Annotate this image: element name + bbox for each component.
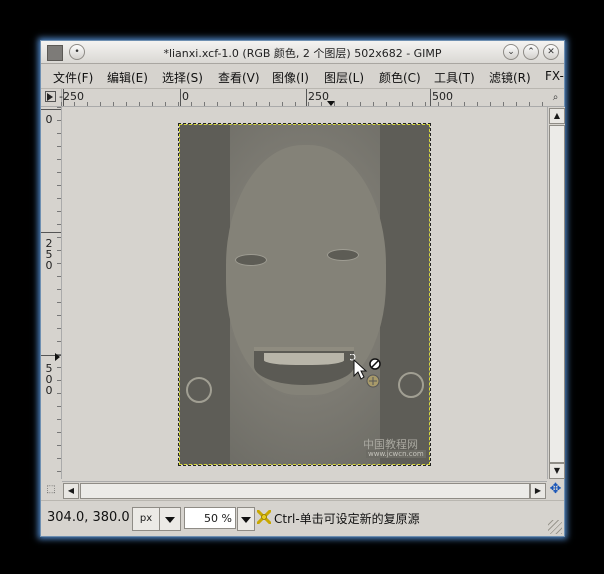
unit-dropdown-icon[interactable] — [159, 507, 181, 531]
pointer-position-marker — [327, 101, 335, 106]
menu-edit[interactable]: 编辑(E) — [107, 69, 148, 86]
horizontal-scrollbar[interactable]: ◀ ▶ — [62, 481, 547, 499]
title-bar[interactable]: • *lianxi.xcf-1.0 (RGB 颜色, 2 个图层) 502x68… — [41, 41, 564, 64]
watermark-url: www.jcwcn.com — [366, 450, 426, 458]
gimp-image-window: • *lianxi.xcf-1.0 (RGB 颜色, 2 个图层) 502x68… — [40, 40, 565, 537]
ruler-label: 0 — [182, 90, 189, 103]
navigate-icon[interactable]: ✥ — [547, 481, 564, 498]
scroll-left-icon[interactable]: ◀ — [63, 483, 79, 499]
menu-view[interactable]: 查看(V) — [218, 69, 260, 86]
menu-tools[interactable]: 工具(T) — [434, 69, 475, 86]
zoom-dropdown-icon[interactable] — [237, 507, 255, 531]
menu-select[interactable]: 选择(S) — [162, 69, 203, 86]
clone-cursor-icon — [350, 354, 381, 388]
status-bar: 304.0, 380.0 px 50 % Ctrl-单击可设定新的复原源 — [41, 500, 564, 536]
quick-mask-icon[interactable]: ⬚ — [41, 481, 61, 498]
portrait-earring — [186, 377, 212, 403]
vertical-scroll-thumb[interactable] — [549, 125, 565, 463]
menu-fx[interactable]: FX- — [545, 69, 564, 83]
ruler-label: -250 — [59, 90, 84, 103]
close-button[interactable]: ✕ — [543, 44, 559, 60]
horizontal-scroll-thumb[interactable] — [80, 483, 530, 499]
zoom-input[interactable]: 50 % — [184, 507, 236, 529]
scroll-right-icon[interactable]: ▶ — [530, 483, 546, 499]
portrait-earring — [398, 372, 424, 398]
menu-bar: 文件(F) 编辑(E) 选择(S) 查看(V) 图像(I) 图层(L) 颜色(C… — [41, 64, 564, 89]
unit-selector[interactable]: px — [132, 507, 160, 531]
ruler-label: 250 — [308, 90, 329, 103]
ruler-label: 500 — [432, 90, 453, 103]
portrait-eye — [235, 254, 267, 266]
pointer-position-marker — [55, 353, 60, 361]
canvas-area[interactable]: 中国教程网 www.jcwcn.com — [62, 107, 547, 479]
pointer-coordinates: 304.0, 380.0 — [47, 510, 130, 525]
vertical-scrollbar[interactable]: ▲ ▼ — [547, 107, 565, 479]
menu-filters[interactable]: 滤镜(R) — [489, 69, 531, 86]
ruler-label: 500 — [45, 362, 53, 397]
scroll-up-icon[interactable]: ▲ — [549, 108, 565, 124]
menu-image[interactable]: 图像(I) — [272, 69, 309, 86]
menu-layer[interactable]: 图层(L) — [324, 69, 364, 86]
minimize-button[interactable]: ⌄ — [503, 44, 519, 60]
zoom-to-fit-icon[interactable]: ⌕ — [547, 89, 564, 107]
maximize-button[interactable]: ⌃ — [523, 44, 539, 60]
resize-grip[interactable] — [548, 520, 562, 534]
ruler-label: 250 — [45, 237, 53, 272]
horizontal-ruler[interactable]: -250 0 250 500 — [59, 89, 547, 107]
menu-file[interactable]: 文件(F) — [53, 69, 93, 86]
clone-tool-icon — [257, 510, 271, 524]
menu-colors[interactable]: 颜色(C) — [379, 69, 421, 86]
portrait-eye — [327, 249, 359, 261]
image-canvas[interactable]: 中国教程网 www.jcwcn.com — [178, 123, 431, 466]
ruler-label: 0 — [45, 113, 53, 126]
status-hint: Ctrl-单击可设定新的复原源 — [274, 512, 420, 526]
window-title: *lianxi.xcf-1.0 (RGB 颜色, 2 个图层) 502x682 … — [163, 47, 442, 60]
vertical-ruler[interactable]: 0 250 500 — [41, 107, 62, 479]
portrait-mouth — [254, 347, 354, 385]
scroll-down-icon[interactable]: ▼ — [549, 463, 565, 479]
